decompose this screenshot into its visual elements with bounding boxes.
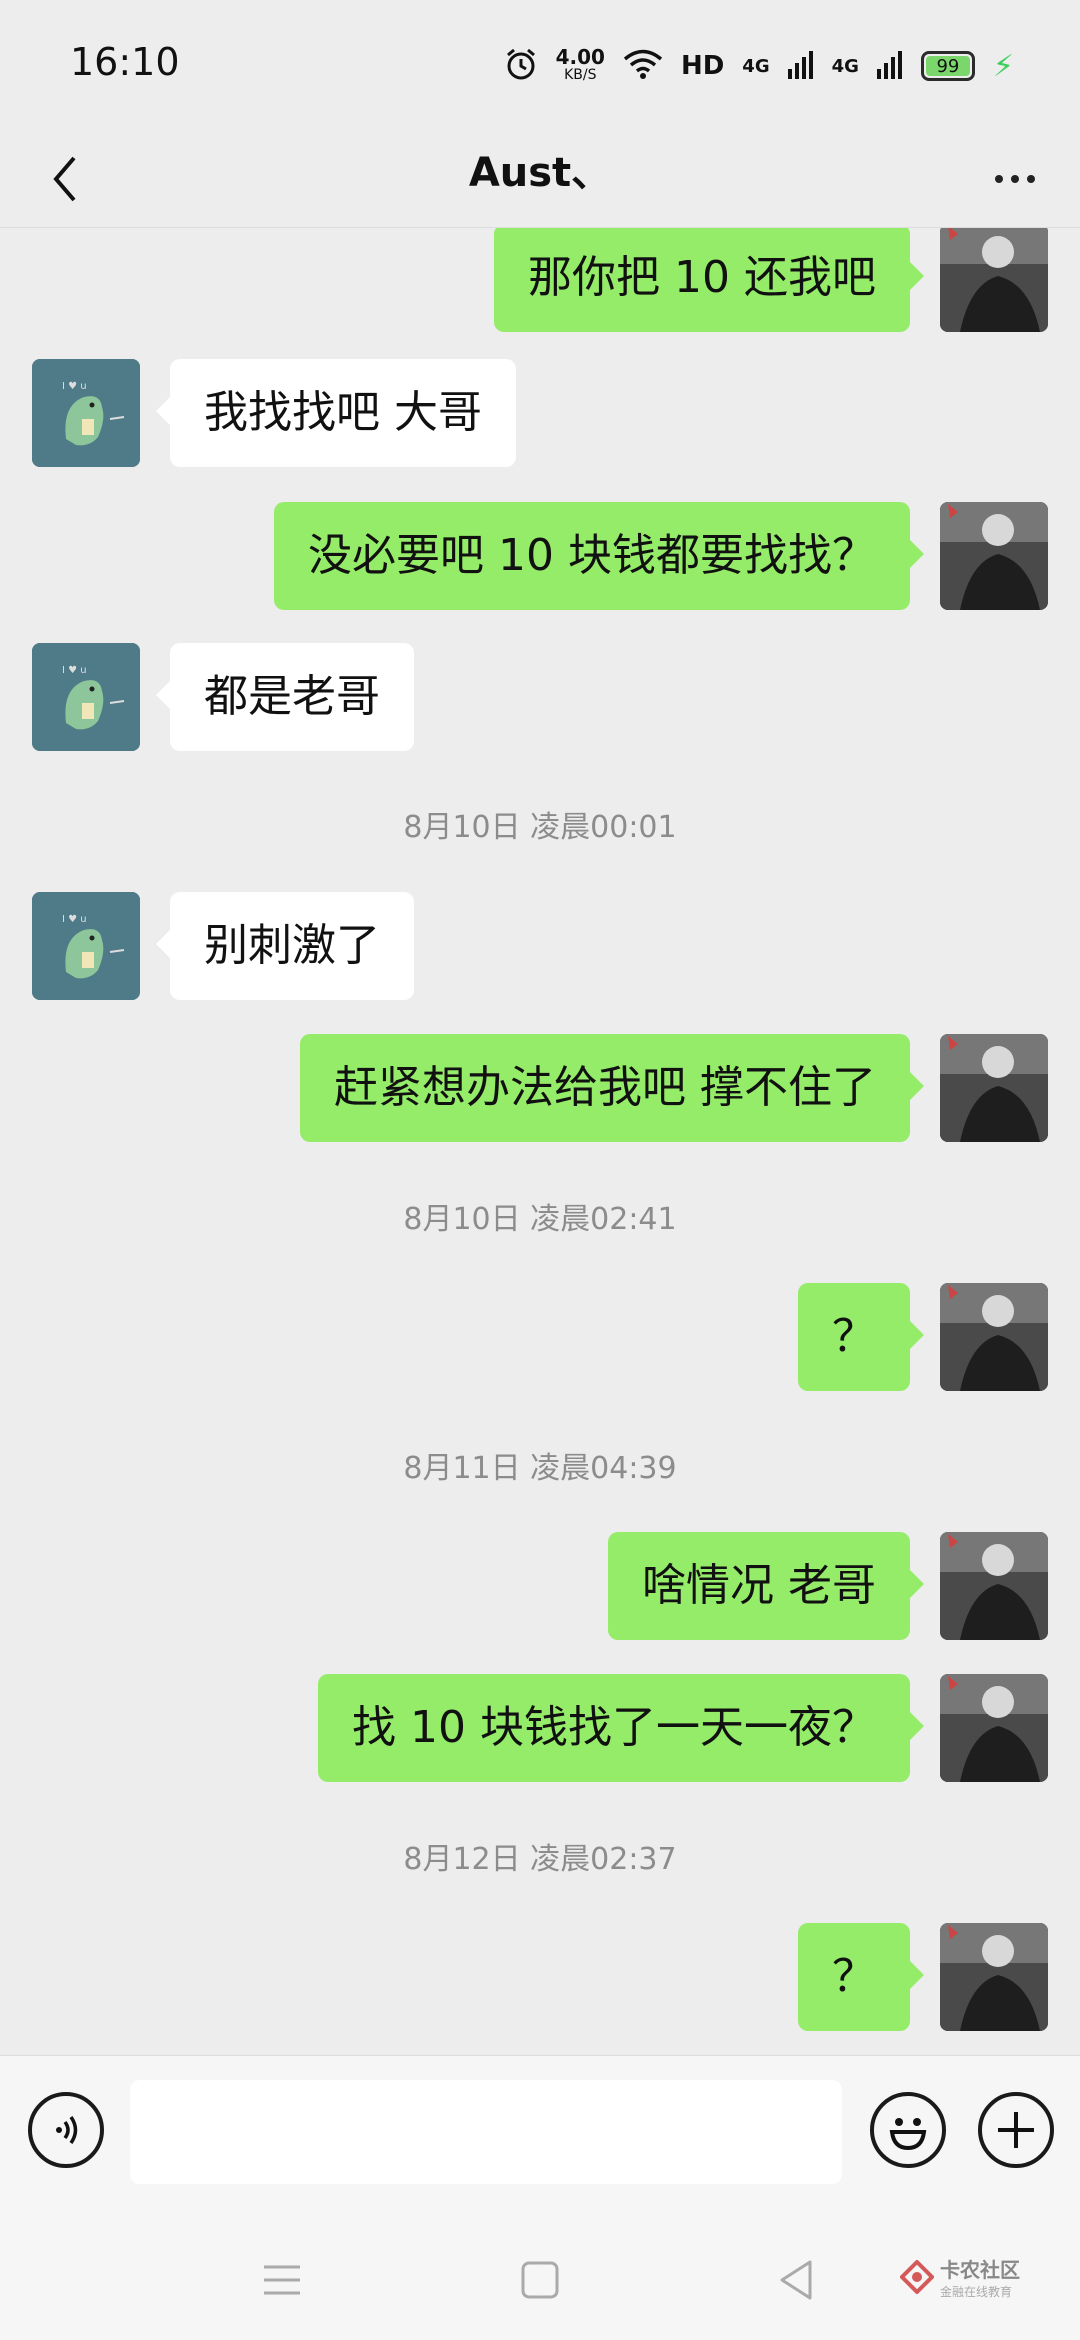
svg-text:I ♥ u: I ♥ u [62, 665, 87, 676]
message-row: 啥情况 老哥 [0, 1532, 1080, 1640]
message-row: I ♥ u 我找找吧 大哥 [0, 359, 1080, 467]
my-message-bubble[interactable]: ？ [798, 1283, 924, 1391]
contact-message-bubble[interactable]: 我找找吧 大哥 [156, 359, 516, 467]
my-avatar[interactable] [940, 1674, 1048, 1782]
hd-label: HD [680, 51, 725, 81]
status-time: 16:10 [70, 40, 180, 84]
watermark-logo: 卡农社区 金融在线教育 [900, 2254, 1020, 2300]
svg-text:I ♥ u: I ♥ u [62, 381, 87, 392]
network-type-1: 4G [742, 55, 770, 77]
input-bar [0, 2055, 1080, 2210]
battery-icon: 99 [920, 51, 975, 81]
my-avatar[interactable] [940, 228, 1048, 332]
my-avatar[interactable] [940, 1923, 1048, 2031]
voice-icon [56, 2116, 78, 2144]
my-message-bubble[interactable]: 找 10 块钱找了一天一夜？ [318, 1674, 924, 1782]
battery-level: 99 [936, 55, 960, 77]
emoji-icon [889, 2118, 927, 2151]
message-row: 赶紧想办法给我吧 撑不住了 [0, 1034, 1080, 1142]
watermark-text: 卡农社区 [940, 2258, 1020, 2282]
contact-message-bubble[interactable]: 都是老哥 [156, 643, 414, 751]
my-avatar[interactable] [940, 1532, 1048, 1640]
chat-header: Aust、 [0, 132, 1080, 228]
message-row: 找 10 块钱找了一天一夜？ [0, 1674, 1080, 1782]
my-message-bubble[interactable]: 啥情况 老哥 [608, 1532, 924, 1640]
contact-avatar[interactable]: I ♥ u [32, 643, 140, 751]
network-type-2: 4G [831, 55, 859, 77]
message-timestamp: 8月10日 凌晨00:01 [403, 810, 677, 845]
signal-icon [876, 49, 903, 83]
charging-icon: ⚡ [992, 48, 1014, 84]
home-nav-button[interactable] [510, 2250, 570, 2310]
my-message-bubble[interactable]: ？ [798, 1923, 924, 2031]
my-message-bubble[interactable]: 赶紧想办法给我吧 撑不住了 [300, 1034, 924, 1142]
svg-text:I ♥ u: I ♥ u [62, 914, 87, 925]
signal-icon [787, 49, 814, 83]
message-row: ？ [0, 1923, 1080, 2031]
back-nav-button[interactable] [766, 2250, 826, 2310]
message-row: 那你把 10 还我吧 [0, 228, 1080, 332]
logo-icon [900, 2260, 934, 2294]
home-nav-icon [521, 2261, 559, 2299]
message-input[interactable] [130, 2080, 842, 2184]
message-list[interactable]: 那你把 10 还我吧 I ♥ u 我找找吧 大哥 没必要吧 10 块钱都要找找？… [0, 228, 1080, 2055]
my-avatar[interactable] [940, 1034, 1048, 1142]
plus-icon [998, 2112, 1034, 2148]
more-button[interactable] [978, 142, 1052, 216]
network-speed: 4.00 KB/S [556, 47, 605, 84]
menu-nav-button[interactable] [252, 2250, 312, 2310]
wifi-icon [623, 48, 663, 84]
status-icons: 4.00 KB/S HD 4G 4G 99 ⚡ [504, 44, 1014, 88]
system-nav-bar: 卡农社区 金融在线教育 [0, 2210, 1080, 2340]
menu-nav-icon [264, 2265, 300, 2295]
message-timestamp: 8月12日 凌晨02:37 [403, 1842, 677, 1877]
chat-title: Aust、 [468, 150, 612, 196]
back-nav-icon [780, 2260, 812, 2300]
my-message-bubble[interactable]: 没必要吧 10 块钱都要找找？ [274, 502, 924, 610]
message-row: 没必要吧 10 块钱都要找找？ [0, 502, 1080, 610]
message-row: I ♥ u 都是老哥 [0, 643, 1080, 751]
alarm-icon [504, 47, 538, 85]
message-row: ？ [0, 1283, 1080, 1391]
contact-avatar[interactable]: I ♥ u [32, 892, 140, 1000]
message-timestamp: 8月11日 凌晨04:39 [403, 1451, 677, 1486]
watermark-subtext: 金融在线教育 [940, 2285, 1013, 2299]
contact-avatar[interactable]: I ♥ u [32, 359, 140, 467]
more-dots-icon [995, 175, 1003, 183]
voice-button[interactable] [28, 2092, 104, 2168]
my-avatar[interactable] [940, 502, 1048, 610]
status-bar: 16:10 4.00 KB/S HD 4G 4G 99 ⚡ [0, 0, 1080, 132]
my-avatar[interactable] [940, 1283, 1048, 1391]
emoji-button[interactable] [870, 2092, 946, 2168]
my-message-bubble[interactable]: 那你把 10 还我吧 [494, 228, 924, 332]
plus-button[interactable] [978, 2092, 1054, 2168]
message-timestamp: 8月10日 凌晨02:41 [403, 1202, 677, 1237]
contact-message-bubble[interactable]: 别刺激了 [156, 892, 414, 1000]
message-row: I ♥ u 别刺激了 [0, 892, 1080, 1000]
